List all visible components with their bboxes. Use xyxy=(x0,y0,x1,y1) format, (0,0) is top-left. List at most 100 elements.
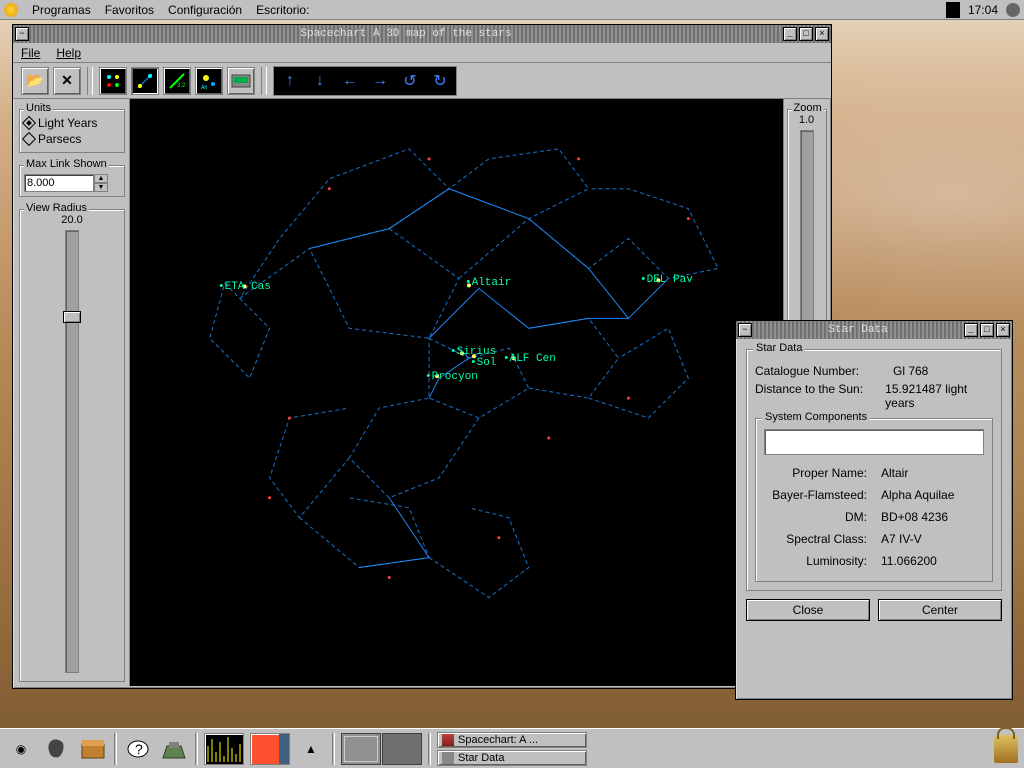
toolbox-icon[interactable] xyxy=(159,734,189,764)
open-file-button[interactable]: 📂 xyxy=(21,67,49,95)
workspace-pager[interactable] xyxy=(341,733,422,765)
close-dialog-button[interactable]: Close xyxy=(746,599,870,621)
toolbar-separator-2 xyxy=(261,67,267,95)
clock: 17:04 xyxy=(968,3,998,17)
viewradius-value: 20.0 xyxy=(24,214,120,226)
radio-light-years[interactable]: Light Years xyxy=(24,116,120,130)
rotation-controls: ↑ ↓ ← → ↺ ↻ xyxy=(273,66,457,96)
gnome-foot-taskbar-icon[interactable] xyxy=(42,734,72,764)
stardata-window-menu-button[interactable]: − xyxy=(738,323,752,337)
rotate-right-button[interactable]: → xyxy=(366,69,394,93)
task-stardata-icon xyxy=(442,752,454,764)
stardata-minimize-button[interactable]: _ xyxy=(964,323,978,337)
task-spacechart-label: Spacechart: A ... xyxy=(458,734,538,746)
luminosity-value: 11.066200 xyxy=(875,551,982,571)
star-label-procyon: •Procyon xyxy=(425,371,478,383)
spectral-value: A7 IV-V xyxy=(875,529,982,549)
rotate-left-button[interactable]: ← xyxy=(336,69,364,93)
spacechart-titlebar[interactable]: − Spacechart A 3D map of the stars _ □ × xyxy=(13,25,831,43)
task-spacechart-icon xyxy=(442,734,454,746)
component-details-table: Proper Name:Altair Bayer-Flamsteed:Alpha… xyxy=(764,461,984,573)
rotate-down-button[interactable]: ↓ xyxy=(306,69,334,93)
maxlink-down-button[interactable]: ▼ xyxy=(94,183,108,192)
toolbar-separator xyxy=(87,67,93,95)
zoom-label: Zoom xyxy=(792,102,824,114)
menu-escritorio[interactable]: Escritorio: xyxy=(256,3,309,17)
stardata-close-button[interactable]: × xyxy=(996,323,1010,337)
viewradius-label: View Radius xyxy=(24,202,89,214)
drawer-icon[interactable] xyxy=(78,734,108,764)
tray-indicator-icon[interactable] xyxy=(946,2,960,18)
menu-configuracion[interactable]: Configuración xyxy=(168,3,242,17)
close-file-button[interactable]: ✕ xyxy=(53,67,81,95)
menu-file[interactable]: File xyxy=(21,46,40,60)
workspace-2[interactable] xyxy=(382,733,422,765)
maximize-button[interactable]: □ xyxy=(799,27,813,41)
rotate-cw-button[interactable]: ↻ xyxy=(426,69,454,93)
minimize-button[interactable]: _ xyxy=(783,27,797,41)
star-canvas[interactable]: •ETA Cas •Altair •DEL Pav •Sirius •Sol •… xyxy=(130,99,783,686)
view-mode-5-button[interactable] xyxy=(227,67,255,95)
maxlink-up-button[interactable]: ▲ xyxy=(94,174,108,183)
task-stardata[interactable]: Star Data xyxy=(437,750,587,766)
spacechart-title: Spacechart A 3D map of the stars xyxy=(33,28,779,40)
star-label-eta-cas: •ETA Cas xyxy=(218,281,271,293)
components-fieldset: System Components Proper Name:Altair Bay… xyxy=(755,418,993,582)
star-label-alf-cen: •ALF Cen xyxy=(503,353,556,365)
stardata-title: Star Data xyxy=(756,324,960,336)
left-panel: Units Light Years Parsecs Max Link Shown… xyxy=(15,99,130,686)
radio-light-years-label: Light Years xyxy=(38,116,97,130)
viewradius-slider[interactable] xyxy=(65,230,79,673)
power-icon[interactable]: ◉ xyxy=(6,734,36,764)
star-map-svg xyxy=(130,99,783,677)
lock-screen-icon[interactable] xyxy=(994,735,1018,763)
taskbar-sep-4 xyxy=(428,733,431,765)
radio-parsecs[interactable]: Parsecs xyxy=(24,132,120,146)
stardata-legend: Star Data xyxy=(753,342,805,354)
distance-label: Distance to the Sun: xyxy=(755,382,877,410)
svg-text:?: ? xyxy=(135,741,143,757)
gnome-foot-icon[interactable] xyxy=(4,3,18,17)
center-button[interactable]: Center xyxy=(878,599,1002,621)
stardata-fieldset: Star Data Catalogue Number: Gl 768 Dista… xyxy=(746,349,1002,591)
catalogue-value: Gl 768 xyxy=(893,364,928,378)
components-legend: System Components xyxy=(762,411,870,423)
menu-favoritos[interactable]: Favoritos xyxy=(105,3,154,17)
spacechart-toolbar: 📂 ✕ 3.2 Alt ↑ ↓ ← → ↺ ↻ xyxy=(13,63,831,99)
desktop-menubar: Programas Favoritos Configuración Escrit… xyxy=(0,0,1024,20)
rotate-ccw-button[interactable]: ↺ xyxy=(396,69,424,93)
menu-programas[interactable]: Programas xyxy=(32,3,91,17)
taskbar-sep-2 xyxy=(195,733,198,765)
close-button[interactable]: × xyxy=(815,27,829,41)
task-stardata-label: Star Data xyxy=(458,752,504,764)
dm-value: BD+08 4236 xyxy=(875,507,982,527)
zoom-value: 1.0 xyxy=(792,114,822,126)
view-mode-2-button[interactable] xyxy=(131,67,159,95)
star-label-del-pav: •DEL Pav xyxy=(640,274,693,286)
units-legend: Units xyxy=(24,102,53,114)
system-monitor-applet[interactable] xyxy=(204,733,244,765)
radio-parsecs-label: Parsecs xyxy=(38,132,81,146)
arrow-up-icon[interactable]: ▲ xyxy=(296,734,326,764)
color-applet[interactable] xyxy=(250,733,290,765)
workspace-1[interactable] xyxy=(341,733,381,765)
bayer-flamsteed-label: Bayer-Flamsteed: xyxy=(766,485,873,505)
stardata-maximize-button[interactable]: □ xyxy=(980,323,994,337)
maxlink-label: Max Link Shown xyxy=(24,158,109,170)
maxlink-spinbox[interactable]: ▲ ▼ xyxy=(24,174,120,192)
viewradius-groupbox: View Radius 20.0 xyxy=(19,209,125,682)
window-menu-button[interactable]: − xyxy=(15,27,29,41)
view-mode-1-button[interactable] xyxy=(99,67,127,95)
rotate-up-button[interactable]: ↑ xyxy=(276,69,304,93)
view-mode-4-button[interactable]: Alt xyxy=(195,67,223,95)
viewradius-thumb[interactable] xyxy=(63,311,81,323)
menu-help[interactable]: Help xyxy=(56,46,81,60)
task-spacechart[interactable]: Spacechart: A ... xyxy=(437,732,587,748)
tray-app-icon[interactable] xyxy=(1006,3,1020,17)
stardata-titlebar[interactable]: − Star Data _ □ × xyxy=(736,321,1012,339)
components-tabs[interactable] xyxy=(764,429,984,455)
maxlink-input[interactable] xyxy=(24,174,94,192)
view-mode-3-button[interactable]: 3.2 xyxy=(163,67,191,95)
svg-text:3.2: 3.2 xyxy=(177,83,186,89)
help-icon[interactable]: ? xyxy=(123,734,153,764)
